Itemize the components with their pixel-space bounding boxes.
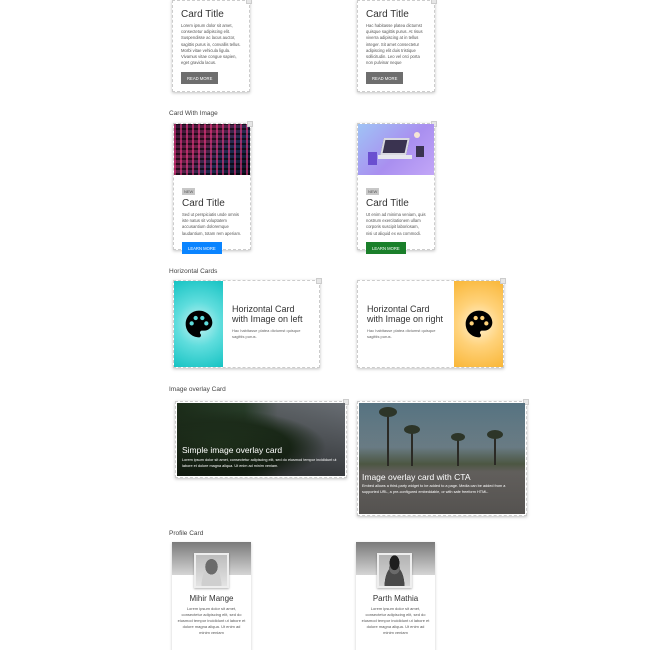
card-text: Sed ut perspiciatis unde omnis iste natu… <box>182 212 242 236</box>
basic-card-1: Card Title Lorem ipsum dolor sit amet, c… <box>172 0 252 92</box>
profile-bio: Lorem ipsum dolor sit amet, consectetur … <box>361 606 430 635</box>
card-title: Card Title <box>182 198 225 209</box>
card-image-palm-beach <box>359 403 525 514</box>
section-heading-profile-card: Profile Card <box>169 530 204 537</box>
palette-icon <box>185 310 212 338</box>
card-text: Embed allows a third-party widget to be … <box>362 484 506 494</box>
card-title: Card Title <box>366 198 409 209</box>
new-badge: NEW <box>366 188 380 195</box>
profile-card-2: Parth Mathia Lorem ipsum dolor sit amet,… <box>356 542 435 650</box>
card-title: Horizontal Card with Image on left <box>232 304 303 324</box>
learn-more-button[interactable]: LEARN MORE <box>366 242 406 255</box>
read-more-button[interactable]: READ MORE <box>181 72 219 85</box>
card-title: Simple image overlay card <box>182 445 283 455</box>
edit-handle-icon[interactable] <box>431 0 437 4</box>
image-card-2: NEW Card Title Ut enim ad minima veniam,… <box>357 121 437 255</box>
basic-card-2: Card Title Hac habitasse platea dictumst… <box>357 0 437 92</box>
card-text: Hac habitasse platea dictumst quisque sa… <box>232 328 301 339</box>
card-image-laptop <box>358 124 434 175</box>
edit-handle-icon[interactable] <box>500 278 506 284</box>
card-title: Card Title <box>366 9 409 20</box>
edit-handle-icon[interactable] <box>247 121 253 127</box>
section-heading-image-overlay-card: Image overlay Card <box>169 386 226 393</box>
card-text: Lorem ipsum dolor sit amet, consectetur … <box>181 23 241 66</box>
section-heading-horizontal-cards: Horizontal Cards <box>169 268 218 275</box>
learn-more-button[interactable]: LEARN MORE <box>182 242 222 255</box>
card-title: Horizontal Card with Image on right <box>367 304 444 324</box>
overlay-card-cta: Image overlay card with CTA Embed allows… <box>357 399 529 516</box>
horizontal-card-right: Horizontal Card with Image on right Hac … <box>357 278 506 368</box>
card-text: Ut enim ad minima veniam, quis nostrum e… <box>366 212 426 236</box>
card-text: Hac habitasse platea dictumst quisque sa… <box>367 328 436 339</box>
profile-bio: Lorem ipsum dolor sit amet, consectetur … <box>177 606 246 635</box>
edit-handle-icon[interactable] <box>316 278 322 284</box>
card-image-yellow <box>454 281 503 367</box>
horizontal-card-left: Horizontal Card with Image on left Hac h… <box>173 278 322 368</box>
card-text: Lorem ipsum dolor sit amet, consectetur … <box>182 458 337 468</box>
card-image-city <box>174 124 250 175</box>
profile-name: Parth Mathia <box>372 594 419 603</box>
card-title: Image overlay card with CTA <box>362 472 471 482</box>
card-text: Hac habitasse platea dictumst quisque sa… <box>366 23 423 66</box>
card-title: Card Title <box>181 9 224 20</box>
profile-name: Mihir Mange <box>189 594 234 603</box>
edit-handle-icon[interactable] <box>246 0 252 4</box>
avatar <box>377 553 412 588</box>
profile-card-1: Mihir Mange Lorem ipsum dolor sit amet, … <box>172 542 251 650</box>
image-card-1: NEW Card Title Sed ut perspiciatis unde … <box>173 121 253 255</box>
avatar <box>194 553 229 588</box>
palette-icon <box>465 310 492 338</box>
new-badge: NEW <box>182 188 196 195</box>
section-heading-card-with-image: Card With Image <box>169 110 218 117</box>
read-more-button[interactable]: READ MORE <box>366 72 404 85</box>
overlay-card-simple: Simple image overlay card Lorem ipsum do… <box>175 399 349 478</box>
card-image-teal <box>174 281 223 367</box>
